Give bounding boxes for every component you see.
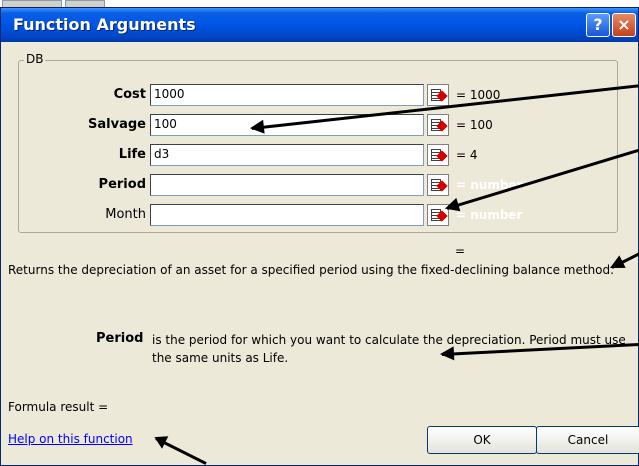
life-label: Life	[118, 147, 146, 162]
overall-result: =	[455, 244, 466, 258]
cost-label: Cost	[113, 87, 146, 102]
help-icon[interactable]: ?	[586, 13, 610, 37]
collapse-dialog-icon[interactable]	[427, 84, 449, 106]
help-on-function-link[interactable]: Help on this function	[8, 432, 133, 446]
ok-button[interactable]: OK	[427, 426, 537, 454]
function-description: Returns the depreciation of an asset for…	[8, 263, 614, 277]
salvage-result: = 100	[456, 118, 493, 132]
month-result: = number	[456, 208, 523, 222]
period-input[interactable]	[150, 174, 424, 196]
month-input[interactable]	[150, 204, 424, 226]
formula-result-label: Formula result =	[8, 400, 109, 414]
title-bar[interactable]: Function Arguments ? ×	[1, 8, 638, 42]
life-input[interactable]: d3	[150, 144, 424, 166]
period-label: Period	[98, 177, 146, 192]
collapse-dialog-icon[interactable]	[427, 114, 449, 136]
cost-input[interactable]: 1000	[150, 84, 424, 106]
collapse-dialog-icon[interactable]	[427, 174, 449, 196]
salvage-label: Salvage	[88, 117, 146, 132]
close-icon[interactable]: ×	[612, 13, 636, 37]
function-name-label: DB	[24, 52, 46, 66]
collapse-dialog-icon[interactable]	[427, 144, 449, 166]
argument-help-name: Period	[96, 331, 144, 346]
cancel-button[interactable]: Cancel	[536, 426, 639, 454]
month-label: Month	[105, 207, 146, 222]
dialog-title: Function Arguments	[13, 15, 196, 34]
life-result: = 4	[456, 148, 478, 162]
